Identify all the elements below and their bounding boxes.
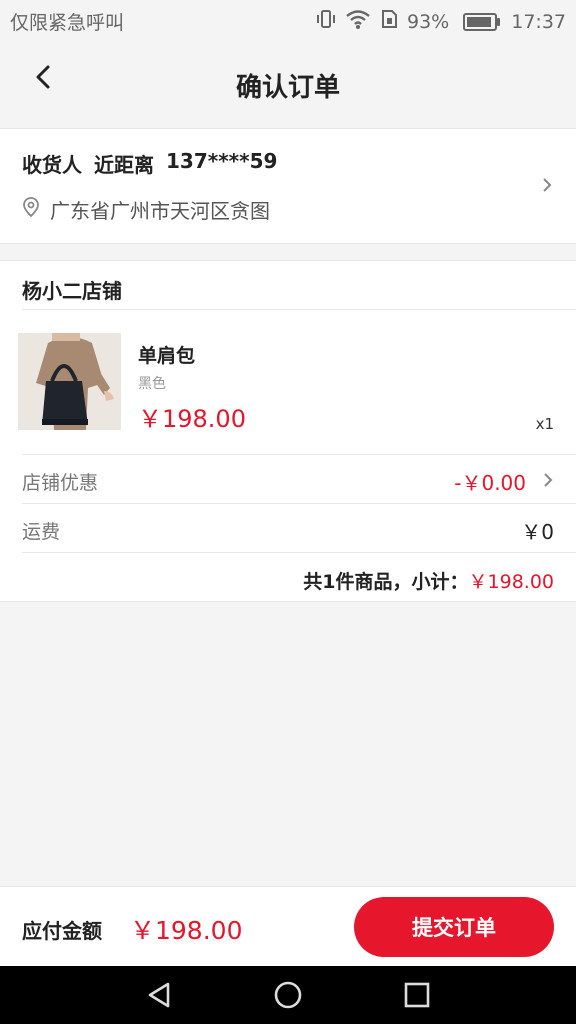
system-nav-bar [0, 966, 576, 1024]
wifi-icon [345, 8, 371, 35]
payable-amount: ￥198.00 [130, 916, 243, 945]
chevron-right-icon [540, 175, 554, 195]
address-card[interactable]: 收货人 近距离 137****59 广东省广州市天河区贪图 [0, 129, 576, 244]
vibrate-icon [315, 8, 337, 35]
divider [22, 503, 576, 504]
top-nav-bar: 确认订单 [0, 40, 576, 129]
status-right: 93% 17:37 [315, 8, 566, 35]
chevron-right-icon[interactable] [542, 471, 554, 489]
shipping-value: ￥0 [521, 520, 554, 544]
clock: 17:37 [511, 10, 566, 33]
subtotal-text: 共1件商品，小计： [303, 571, 469, 593]
divider [22, 552, 576, 553]
product-price: ￥198.00 [138, 405, 246, 433]
recent-apps-square-icon[interactable] [402, 980, 432, 1010]
checkout-bar: 应付金额 ￥198.00 提交订单 [0, 886, 576, 967]
subtotal-amount: ￥198.00 [468, 571, 554, 593]
store-name: 杨小二店铺 [22, 279, 122, 303]
home-circle-icon[interactable] [273, 980, 303, 1010]
receiver-phone: 137****59 [166, 149, 278, 173]
sim-icon [379, 9, 399, 34]
receiver-name: 近距离 [94, 153, 154, 177]
battery-icon [463, 12, 501, 31]
shipping-label: 运费 [22, 521, 61, 543]
carrier-text: 仅限紧急呼叫 [10, 12, 125, 34]
status-bar: 仅限紧急呼叫 93% 17:37 [0, 0, 576, 40]
product-title: 单肩包 [138, 345, 196, 367]
payable-label: 应付金额 [22, 919, 102, 943]
receiver-label: 收货人 [22, 153, 82, 177]
address-line: 广东省广州市天河区贪图 [22, 195, 270, 224]
store-order-card: 杨小二店铺 单肩包 黑色 ￥198.00 x1 店铺优惠 -￥0.00 运费 ￥… [0, 260, 576, 602]
product-variant: 黑色 [138, 376, 166, 392]
product-quantity: x1 [535, 415, 554, 433]
location-pin-icon [22, 197, 40, 222]
back-triangle-icon[interactable] [144, 980, 174, 1010]
page-title: 确认订单 [235, 73, 340, 103]
divider [22, 309, 576, 310]
submit-order-button[interactable]: 提交订单 [354, 897, 554, 957]
store-discount-label: 店铺优惠 [22, 472, 99, 494]
product-thumbnail[interactable] [18, 333, 121, 430]
battery-percent: 93% [407, 10, 450, 33]
divider [22, 454, 576, 455]
receiver-line: 收货人 近距离 137****59 [22, 149, 277, 178]
address-text: 广东省广州市天河区贪图 [50, 199, 270, 223]
store-discount-value[interactable]: -￥0.00 [454, 467, 526, 496]
subtotal-line: 共1件商品，小计：￥198.00 [303, 567, 554, 594]
